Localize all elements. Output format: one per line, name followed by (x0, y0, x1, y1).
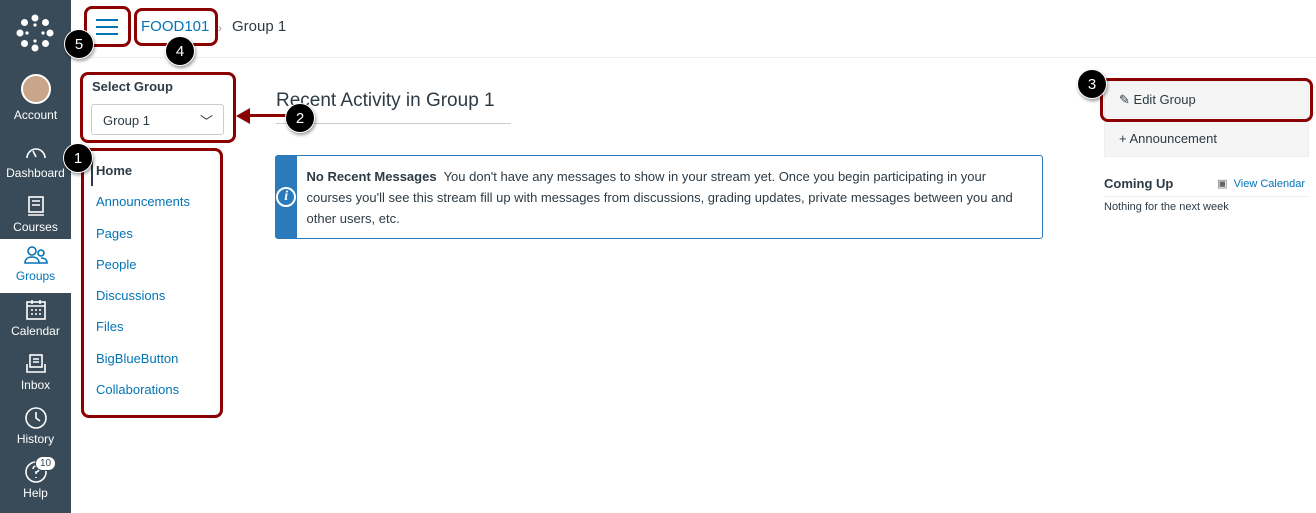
annotation-arrow (248, 114, 288, 117)
view-calendar-link[interactable]: ▣ View Calendar (1217, 177, 1305, 190)
coming-up-empty: Nothing for the next week (1104, 201, 1229, 213)
plus-icon: + (1119, 131, 1127, 146)
help-badge: 10 (35, 456, 57, 471)
nav-help[interactable]: 10 Help (0, 456, 71, 510)
calendar-icon (25, 300, 46, 320)
coming-up-header: Coming Up ▣ View Calendar (1104, 175, 1309, 197)
groups-icon (23, 246, 48, 264)
nav-label: Groups (15, 269, 56, 283)
nav-inbox[interactable]: Inbox (0, 348, 71, 402)
annotation-number-4: 4 (165, 36, 195, 66)
annotation-number-2: 2 (285, 103, 315, 133)
nav-courses[interactable]: Courses (0, 190, 71, 244)
nav-calendar[interactable]: Calendar (0, 294, 71, 348)
info-title: No Recent Messages (306, 169, 437, 184)
nav-label: Help (23, 486, 48, 500)
info-icon-wrap: i (276, 156, 297, 238)
nav-label: History (16, 432, 55, 446)
calendar-small-icon: ▣ (1217, 178, 1228, 190)
canvas-logo-icon[interactable] (16, 14, 54, 52)
nav-groups[interactable]: Groups (0, 239, 71, 293)
breadcrumb-separator-icon: › (218, 21, 222, 35)
info-icon: i (276, 187, 297, 207)
nav-label: Dashboard (6, 166, 65, 180)
announcement-label: Announcement (1129, 131, 1217, 146)
annotation-box-1 (81, 148, 223, 418)
nav-account[interactable]: Account (0, 72, 71, 126)
nav-label: Calendar (11, 324, 60, 338)
announcement-button[interactable]: + Announcement (1104, 120, 1309, 157)
nav-history[interactable]: History (0, 402, 71, 456)
coming-up-title: Coming Up (1104, 176, 1174, 191)
annotation-number-3: 3 (1077, 69, 1107, 99)
annotation-box-2 (80, 72, 236, 143)
annotation-arrowhead (236, 108, 250, 124)
nav-label: Inbox (20, 378, 51, 392)
global-navigation: Account Dashboard Courses Groups Calenda… (0, 0, 71, 513)
breadcrumb-group: Group 1 (232, 18, 287, 35)
history-icon (24, 407, 47, 429)
dashboard-icon (25, 148, 46, 159)
avatar (20, 74, 51, 104)
annotation-box-3 (1100, 78, 1313, 122)
nav-label: Account (13, 108, 58, 122)
info-alert: i No Recent Messages You don't have any … (275, 155, 1043, 239)
info-text-wrap: No Recent Messages You don't have any me… (297, 156, 1043, 238)
nav-label: Courses (13, 220, 58, 234)
annotation-number-5: 5 (64, 29, 94, 59)
annotation-number-1: 1 (63, 143, 93, 173)
inbox-icon (25, 354, 46, 373)
view-calendar-label: View Calendar (1233, 178, 1305, 190)
courses-icon (27, 196, 44, 216)
nav-dashboard[interactable]: Dashboard (0, 136, 71, 190)
